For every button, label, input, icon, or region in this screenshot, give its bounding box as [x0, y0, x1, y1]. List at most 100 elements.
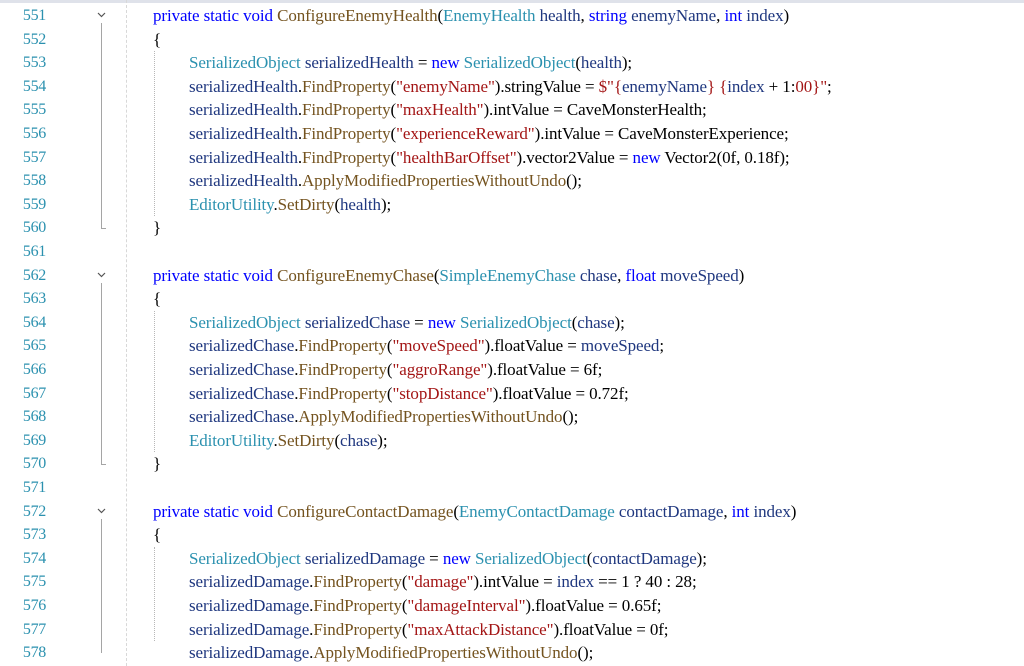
code-token: ConfigureContactDamage [277, 501, 454, 521]
line-number: 558 [22, 172, 46, 190]
code-token: (); [577, 643, 594, 663]
code-token: SerializedObject [475, 548, 587, 568]
code-line[interactable]: 562 private static void ConfigureEnemyCha… [0, 264, 1024, 288]
code-token: FindProperty [313, 572, 402, 592]
line-number: 577 [22, 620, 46, 638]
code-token: ). [525, 596, 536, 615]
code-token: FindProperty [313, 596, 402, 615]
code-token: static [203, 265, 244, 285]
line-number: 562 [22, 266, 46, 284]
code-token: ) [790, 501, 797, 521]
code-token: index [727, 76, 765, 96]
code-token: SerializedObject [189, 548, 301, 568]
code-token: moveSpeed [660, 265, 739, 285]
code-token: serializedHealth [304, 53, 414, 73]
code-text: SerializedObject serializedDamage = new … [189, 547, 707, 571]
code-text: serializedHealth.ApplyModifiedProperties… [189, 169, 582, 193]
line-number: 565 [22, 337, 46, 355]
code-token: moveSpeed [580, 336, 660, 356]
code-token: serializedHealth [189, 124, 298, 143]
code-token: ). [553, 619, 564, 639]
code-line[interactable]: 561 [0, 240, 1024, 264]
indent-guide [154, 310, 155, 453]
code-line[interactable]: 551 private static void ConfigureEnemyHea… [0, 4, 1024, 28]
code-token: new [427, 312, 461, 332]
line-number: 578 [22, 644, 46, 662]
chevron-down-icon[interactable] [95, 505, 107, 517]
fold-region-line [101, 518, 102, 654]
code-line[interactable]: 571 [0, 476, 1024, 500]
code-token: 00}" [795, 76, 828, 96]
line-number: 575 [22, 573, 46, 591]
code-token: contactDamage [592, 548, 697, 568]
code-text: serializedChase.ApplyModifiedPropertiesW… [189, 405, 578, 429]
code-line[interactable]: 572 private static void ConfigureContactD… [0, 500, 1024, 524]
code-token: } [153, 218, 162, 238]
code-editor[interactable]: 551 private static void ConfigureEnemyHea… [0, 0, 1024, 666]
code-line[interactable]: 560} [0, 216, 1024, 240]
code-line[interactable]: 573 { [0, 523, 1024, 547]
code-token: "maxAttackDistance" [407, 619, 554, 639]
code-token: ApplyModifiedPropertiesWithoutUndo [313, 643, 578, 663]
code-text: serializedHealth.FindProperty("enemyName… [189, 75, 832, 99]
code-token: serializedHealth [189, 171, 298, 191]
chevron-down-icon[interactable] [95, 269, 107, 281]
code-token: ) [783, 6, 790, 25]
code-token: FindProperty [298, 360, 387, 379]
code-text: { [153, 287, 161, 311]
code-token: = [413, 53, 432, 73]
code-line[interactable]: 552 { [0, 28, 1024, 52]
code-token: FindProperty [302, 124, 391, 143]
code-text: serializedHealth.FindProperty("experienc… [189, 122, 789, 146]
code-token: private [153, 265, 204, 285]
code-text: private static void ConfigureEnemyHealth… [153, 4, 789, 28]
code-text: EditorUtility.SetDirty(health); [189, 193, 391, 217]
code-token: private [153, 501, 204, 521]
code-token: health [340, 194, 381, 214]
code-token: ). [483, 100, 494, 120]
code-token: ). [484, 336, 495, 356]
code-token: index [556, 572, 595, 592]
code-token: "damage" [407, 572, 474, 592]
code-token: ; [827, 76, 832, 96]
line-number: 556 [22, 125, 46, 142]
code-token: floatValue = 0f; [563, 619, 669, 639]
code-token: serializedChase [189, 360, 295, 379]
code-line[interactable]: 563 { [0, 287, 1024, 311]
code-token: static [203, 6, 244, 25]
code-token: "damageInterval" [407, 596, 526, 615]
fold-region-line [101, 282, 102, 465]
code-text: private static void ConfigureContactDama… [153, 500, 796, 524]
code-line[interactable]: 578 serializedDamage.ApplyModifiedPropert… [0, 641, 1024, 665]
code-token: serializedDamage [189, 572, 310, 592]
code-token: new [442, 548, 475, 568]
line-number: 570 [22, 455, 46, 473]
code-token: ConfigureEnemyChase [277, 265, 434, 285]
code-text: } [153, 216, 161, 240]
code-text: serializedDamage.FindProperty("damage").… [189, 570, 697, 594]
code-token: enemyName [631, 6, 717, 25]
code-token: serializedHealth [189, 76, 298, 96]
indent-guide [154, 51, 155, 217]
code-token: ). [494, 76, 505, 96]
code-token: (); [562, 407, 579, 427]
chevron-down-icon[interactable] [95, 9, 107, 21]
code-token: (); [566, 171, 582, 191]
line-number: 551 [22, 7, 46, 24]
code-token: EnemyHealth [443, 6, 536, 25]
code-token: EditorUtility [189, 194, 274, 214]
code-token: chase [579, 265, 618, 285]
code-token: } { [706, 76, 728, 96]
code-token: void [243, 265, 278, 285]
code-token: FindProperty [302, 100, 391, 120]
code-token: "maxHealth" [396, 100, 484, 120]
code-text: private static void ConfigureEnemyChase(… [153, 264, 744, 288]
code-line[interactable]: 570} [0, 452, 1024, 476]
code-token: SerializedObject [189, 312, 301, 332]
line-number: 552 [22, 30, 46, 48]
code-token: , [723, 501, 732, 521]
code-token: serializedHealth [189, 147, 298, 167]
line-number: 568 [22, 408, 46, 426]
code-token: ). [473, 572, 484, 592]
code-text: } [153, 452, 161, 476]
